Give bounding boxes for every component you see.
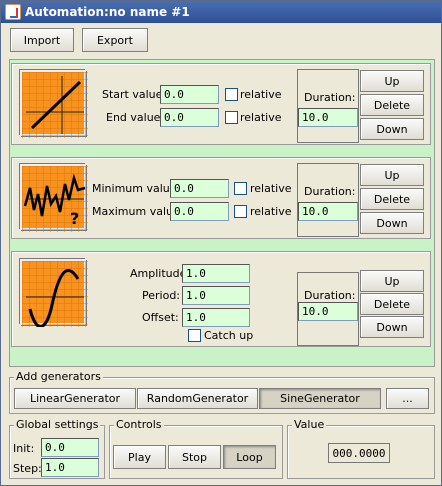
step-field[interactable]: 1.0 (41, 458, 99, 477)
random-graph-icon: ? (20, 164, 88, 232)
linear-graph-icon (20, 70, 88, 138)
init-field[interactable]: 0.0 (41, 438, 99, 457)
title-bar[interactable]: Automation:no name #1 (1, 1, 441, 23)
start-relative-label: relative (240, 88, 282, 101)
import-button[interactable]: Import (10, 28, 74, 52)
add-generators-title: Add generators (14, 370, 103, 383)
catch-up-label: Catch up (204, 329, 254, 342)
duration-box: Duration: 10.0 (297, 272, 359, 346)
export-button[interactable]: Export (82, 28, 148, 52)
maximum-value-field[interactable]: 0.0 (170, 202, 229, 221)
up-button[interactable]: Up (360, 70, 424, 92)
controls-title: Controls (114, 418, 164, 431)
maximum-relative-label: relative (250, 205, 292, 218)
duration-label: Duration: (304, 185, 356, 198)
minimum-relative-checkbox[interactable] (234, 182, 247, 195)
init-label: Init: (13, 442, 35, 455)
down-button[interactable]: Down (360, 316, 424, 338)
duration-field[interactable]: 10.0 (298, 302, 358, 321)
end-value-field[interactable]: 0.0 (160, 108, 219, 127)
value-group: Value 000.0000 (287, 418, 435, 479)
duration-field[interactable]: 10.0 (298, 108, 358, 127)
window-title: Automation:no name #1 (25, 5, 190, 19)
sine-generator-panel: Amplitude: 1.0 Period: 1.0 Offset: 1.0 C… (11, 251, 431, 347)
minimum-value-field[interactable]: 0.0 (170, 179, 229, 198)
more-generators-button[interactable]: ... (386, 388, 429, 409)
loop-button[interactable]: Loop (223, 445, 276, 469)
delete-button[interactable]: Delete (360, 293, 424, 315)
start-value-label: Start value: (102, 88, 167, 101)
period-field[interactable]: 1.0 (182, 286, 250, 305)
duration-box: Duration: 10.0 (297, 69, 359, 143)
catch-up-checkbox[interactable] (188, 329, 201, 342)
add-sine-generator-button[interactable]: SineGenerator (259, 388, 381, 409)
value-display: 000.0000 (328, 443, 390, 463)
controls-group: Controls Play Stop Loop (109, 418, 283, 479)
duration-field[interactable]: 10.0 (298, 202, 358, 221)
start-relative-checkbox[interactable] (225, 88, 238, 101)
end-relative-label: relative (240, 111, 282, 124)
minimum-relative-label: relative (250, 182, 292, 195)
offset-field[interactable]: 1.0 (182, 308, 250, 327)
linear-generator-panel: Start value: 0.0 relative End value: 0.0… (11, 63, 431, 145)
maximum-relative-checkbox[interactable] (234, 205, 247, 218)
up-button[interactable]: Up (360, 270, 424, 292)
random-generator-panel: ? Minimum value: 0.0 relative Maximum va… (11, 157, 431, 239)
down-button[interactable]: Down (360, 118, 424, 140)
duration-box: Duration: 10.0 (297, 163, 359, 237)
stop-button[interactable]: Stop (168, 445, 221, 469)
app-icon (5, 4, 21, 20)
end-value-label: End value: (106, 111, 165, 124)
end-relative-checkbox[interactable] (225, 111, 238, 124)
start-value-field[interactable]: 0.0 (160, 85, 219, 104)
sine-graph-icon (20, 259, 88, 327)
global-settings-title: Global settings (14, 418, 101, 431)
delete-button[interactable]: Delete (360, 94, 424, 116)
value-title: Value (292, 418, 327, 431)
up-button[interactable]: Up (360, 164, 424, 186)
add-random-generator-button[interactable]: RandomGenerator (137, 388, 258, 409)
minimum-value-label: Minimum value: (92, 182, 181, 195)
delete-button[interactable]: Delete (360, 188, 424, 210)
add-linear-generator-button[interactable]: LinearGenerator (14, 388, 136, 409)
global-settings-group: Global settings Init: 0.0 Step: 1.0 (9, 418, 105, 479)
duration-label: Duration: (304, 91, 356, 104)
amplitude-field[interactable]: 1.0 (182, 264, 250, 283)
duration-label: Duration: (304, 289, 356, 302)
down-button[interactable]: Down (360, 212, 424, 234)
offset-label: Offset: (142, 311, 179, 324)
step-label: Step: (13, 462, 42, 475)
period-label: Period: (142, 289, 181, 302)
play-button[interactable]: Play (113, 445, 166, 469)
automation-window: Automation:no name #1 Import Export Star… (0, 0, 442, 486)
add-generators-group: Add generators LinearGenerator RandomGen… (9, 370, 435, 414)
svg-text:?: ? (70, 209, 79, 228)
